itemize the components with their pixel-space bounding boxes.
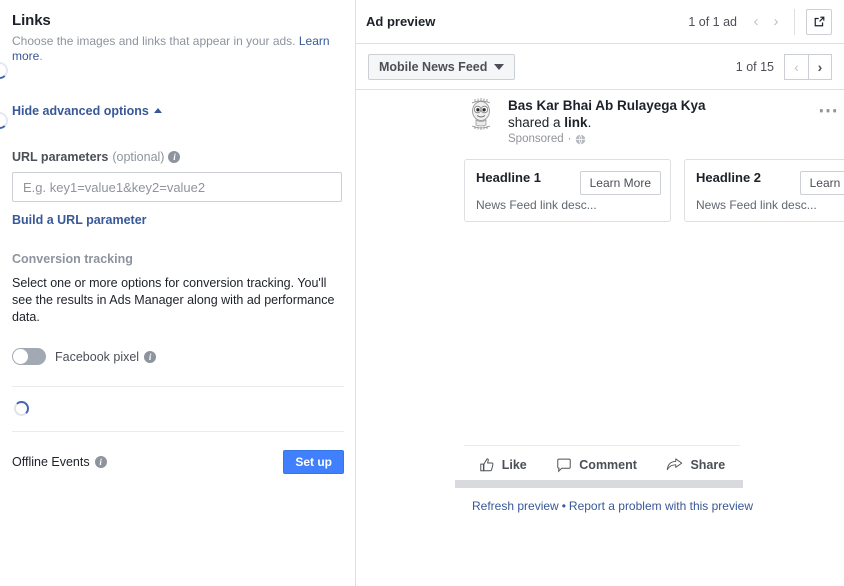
preview-horizontal-scrollbar[interactable] bbox=[455, 480, 743, 488]
sponsored-label: Sponsored bbox=[508, 133, 564, 145]
ads-manager-window: Links Choose the images and links that a… bbox=[0, 0, 844, 586]
section-subtitle: Choose the images and links that appear … bbox=[12, 34, 343, 64]
ad-preview-header: Ad preview 1 of 1 ad ‹ › bbox=[356, 0, 844, 44]
setup-button[interactable]: Set up bbox=[283, 450, 344, 474]
refresh-preview-link[interactable]: Refresh preview bbox=[472, 499, 559, 513]
offline-events-label: Offline Events i bbox=[12, 455, 107, 469]
offline-events-row: Offline Events i Set up bbox=[12, 450, 344, 474]
open-in-new-window-button[interactable] bbox=[806, 8, 832, 35]
middot-separator: · bbox=[567, 133, 572, 145]
external-link-icon bbox=[814, 16, 824, 27]
globe-icon bbox=[576, 133, 586, 145]
offline-events-label-text: Offline Events bbox=[12, 455, 90, 469]
ad-post-header: Bas Kar Bhai Ab Rulayega Kya shared a li… bbox=[464, 96, 844, 145]
url-parameters-optional-text: (optional) bbox=[112, 150, 165, 164]
info-icon[interactable]: i bbox=[94, 456, 107, 468]
ad-carousel[interactable]: Headline 1 Learn More News Feed link des… bbox=[464, 159, 844, 222]
carousel-description: News Feed link desc... bbox=[476, 198, 597, 212]
section-subtitle-text: Choose the images and links that appear … bbox=[12, 34, 296, 48]
placement-toolbar: Mobile News Feed 1 of 15 ‹ › bbox=[356, 44, 844, 90]
share-button[interactable]: Share bbox=[666, 457, 725, 473]
ad-actions-row: Like Comment Share bbox=[464, 452, 740, 478]
conversion-tracking-header: Conversion tracking bbox=[12, 252, 133, 266]
chevron-down-icon bbox=[494, 63, 505, 70]
carousel-card-2[interactable]: Headline 2 Learn More News Feed link des… bbox=[684, 159, 844, 222]
facebook-pixel-label-text: Facebook pixel bbox=[55, 349, 140, 364]
inline-loading-row bbox=[14, 401, 343, 417]
previous-ad-button[interactable]: ‹ bbox=[746, 11, 766, 33]
footer-separator: • bbox=[561, 499, 566, 513]
like-label: Like bbox=[501, 458, 527, 472]
ad-page-name-line: Bas Kar Bhai Ab Rulayega Kya shared a li… bbox=[508, 97, 713, 131]
like-button[interactable]: Like bbox=[479, 457, 527, 473]
divider-below-spinner bbox=[12, 431, 344, 432]
url-parameters-label-text: URL parameters bbox=[12, 150, 109, 164]
info-icon[interactable]: i bbox=[144, 350, 157, 363]
profile-picture-icon bbox=[464, 96, 498, 132]
share-label: Share bbox=[690, 458, 726, 472]
divider-above-spinner bbox=[12, 386, 344, 387]
url-parameters-label: URL parameters (optional) i bbox=[12, 150, 343, 164]
carousel-card-1[interactable]: Headline 1 Learn More News Feed link des… bbox=[464, 159, 671, 222]
thumbs-up-icon bbox=[480, 458, 494, 472]
share-arrow-icon bbox=[667, 458, 683, 471]
info-icon[interactable]: i bbox=[168, 151, 181, 163]
carousel-cta-button[interactable]: Learn More bbox=[799, 171, 844, 195]
ad-preview-title: Ad preview bbox=[366, 14, 436, 29]
carousel-cta-button[interactable]: Learn More bbox=[579, 171, 661, 195]
carousel-description: News Feed link desc... bbox=[696, 198, 817, 212]
url-parameters-input[interactable] bbox=[12, 172, 342, 202]
report-problem-link[interactable]: Report a problem with this preview bbox=[569, 499, 753, 513]
ad-preview-body: Bas Kar Bhai Ab Rulayega Kya shared a li… bbox=[356, 90, 844, 586]
next-preview-button[interactable]: › bbox=[808, 53, 832, 80]
conversion-tracking-description: Select one or more options for conversio… bbox=[12, 276, 335, 324]
facebook-pixel-label: Facebook pixel i bbox=[55, 349, 157, 364]
next-ad-button[interactable]: › bbox=[766, 11, 786, 33]
previous-preview-button[interactable]: ‹ bbox=[784, 53, 808, 80]
facebook-pixel-toggle[interactable] bbox=[12, 348, 46, 365]
hide-advanced-options-label: Hide advanced options bbox=[12, 104, 149, 118]
hide-advanced-options-toggle[interactable]: Hide advanced options bbox=[12, 104, 162, 118]
preview-footer-links: Refresh preview • Report a problem with th… bbox=[472, 499, 753, 513]
ad-count-label: 1 of 1 ad bbox=[688, 14, 737, 29]
comment-bubble-icon bbox=[557, 458, 571, 473]
ad-page-name[interactable]: Bas Kar Bhai Ab Rulayega Kya bbox=[508, 98, 706, 113]
loading-spinner-icon bbox=[14, 401, 29, 416]
header-divider bbox=[794, 8, 795, 35]
shared-prefix: shared a bbox=[508, 115, 565, 130]
links-settings-panel: Links Choose the images and links that a… bbox=[0, 0, 356, 586]
ad-post-identity: Bas Kar Bhai Ab Rulayega Kya shared a li… bbox=[508, 96, 808, 145]
page-title: Links bbox=[12, 12, 51, 29]
comment-button[interactable]: Comment bbox=[556, 457, 637, 473]
ad-preview-panel: Ad preview 1 of 1 ad ‹ › Mobile News Fee… bbox=[356, 0, 844, 586]
placement-dropdown[interactable]: Mobile News Feed bbox=[368, 53, 516, 80]
ad-post: Bas Kar Bhai Ab Rulayega Kya shared a li… bbox=[464, 96, 844, 222]
toggle-knob bbox=[13, 349, 28, 364]
post-options-menu[interactable]: ⋯ bbox=[818, 96, 844, 121]
avatar bbox=[464, 96, 498, 132]
preview-count-label: 1 of 15 bbox=[735, 59, 774, 74]
sponsored-row: Sponsored · bbox=[508, 133, 808, 145]
build-url-parameter-link[interactable]: Build a URL parameter bbox=[12, 213, 343, 227]
shared-link-word[interactable]: link bbox=[564, 115, 587, 130]
shared-suffix: . bbox=[587, 115, 592, 130]
comment-label: Comment bbox=[579, 458, 637, 472]
facebook-pixel-row: Facebook pixel i bbox=[12, 348, 343, 365]
placement-dropdown-label: Mobile News Feed bbox=[379, 59, 488, 74]
subtitle-period: . bbox=[39, 49, 43, 63]
chevron-up-icon bbox=[153, 107, 162, 113]
actions-divider bbox=[464, 445, 740, 446]
